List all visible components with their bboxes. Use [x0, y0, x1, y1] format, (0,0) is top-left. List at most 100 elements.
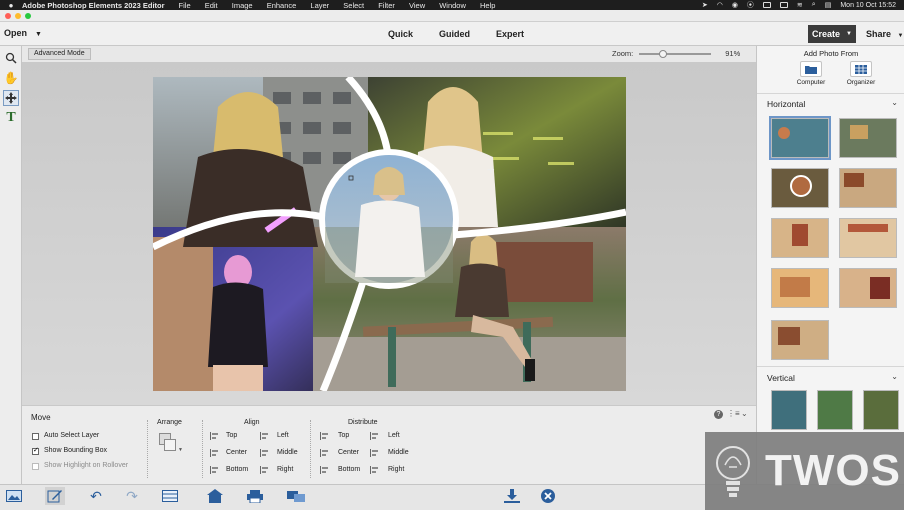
distribute-bottom-icon[interactable] [320, 466, 329, 474]
layout-thumbnail[interactable] [771, 268, 829, 308]
wifi-icon[interactable]: ≋ [797, 1, 803, 9]
align-right-label[interactable]: Right [277, 466, 293, 473]
clock[interactable]: Mon 10 Oct 15:52 [840, 2, 896, 9]
distribute-middle-label[interactable]: Middle [388, 449, 409, 456]
layout-thumbnail[interactable] [769, 116, 831, 160]
distribute-left-label[interactable]: Left [388, 432, 400, 439]
undo-icon[interactable]: ↶ [86, 487, 106, 505]
zoom-window-button[interactable] [25, 13, 31, 19]
align-middle-label[interactable]: Middle [277, 449, 298, 456]
tab-quick[interactable]: Quick [388, 29, 413, 39]
menu-view[interactable]: View [409, 1, 425, 10]
menu-window[interactable]: Window [439, 1, 466, 10]
section-horizontal[interactable]: Horizontal [767, 99, 805, 109]
chevron-down-icon[interactable]: ⌄ [891, 372, 898, 381]
menu-image[interactable]: Image [232, 1, 253, 10]
zoom-slider[interactable] [639, 49, 712, 58]
rotate-icon[interactable] [160, 487, 180, 505]
section-vertical[interactable]: Vertical [767, 373, 795, 383]
layout-thumbnail[interactable] [771, 168, 829, 208]
auto-select-layer-checkbox[interactable] [32, 433, 39, 440]
distribute-bottom-label[interactable]: Bottom [338, 466, 360, 473]
arrange-icon[interactable]: ▼ [159, 433, 183, 453]
distribute-middle-icon[interactable] [370, 449, 379, 457]
move-tool-icon[interactable] [3, 90, 19, 106]
zoom-slider-knob[interactable] [659, 49, 668, 58]
record-icon[interactable]: ⦿ [747, 0, 754, 10]
zoom-tool-icon[interactable] [3, 50, 19, 66]
align-middle-icon[interactable] [260, 449, 269, 457]
show-bounding-box-label: Show Bounding Box [44, 447, 108, 454]
save-download-icon[interactable] [502, 487, 522, 505]
share-button[interactable]: Share ▼ [866, 29, 903, 39]
align-bottom-icon[interactable] [210, 466, 219, 474]
distribute-center-label[interactable]: Center [338, 449, 359, 456]
add-from-organizer-button[interactable]: Organizer [841, 61, 881, 86]
redo-icon[interactable]: ↷ [122, 487, 142, 505]
align-left-icon[interactable] [260, 432, 269, 440]
align-top-icon[interactable] [210, 432, 219, 440]
privacy-icon[interactable]: ◉ [732, 1, 738, 9]
display-icon[interactable] [762, 2, 771, 8]
layout-thumbnail[interactable] [839, 268, 897, 308]
create-button[interactable]: Create ▼ [808, 25, 856, 43]
menu-edit[interactable]: Edit [205, 1, 218, 10]
menu-layer[interactable]: Layer [310, 1, 329, 10]
align-left-label[interactable]: Left [277, 432, 289, 439]
photo-bin-icon[interactable] [4, 487, 24, 505]
layout-thumbnail[interactable] [839, 118, 897, 158]
minimize-window-button[interactable] [15, 13, 21, 19]
menu-select[interactable]: Select [343, 1, 364, 10]
create-label: Create [812, 29, 841, 39]
menu-filter[interactable]: Filter [378, 1, 395, 10]
chevron-down-icon[interactable]: ⌄ [891, 98, 898, 107]
options-menu-icon[interactable]: ⋮≡ [727, 409, 740, 418]
layout-thumbnail[interactable] [839, 218, 897, 258]
layout-thumbnail[interactable] [863, 390, 899, 430]
add-from-computer-button[interactable]: Computer [791, 61, 831, 86]
print-icon[interactable] [245, 487, 265, 505]
spotlight-icon[interactable]: ⌕ [812, 1, 816, 9]
menu-enhance[interactable]: Enhance [267, 1, 297, 10]
headphones-icon[interactable]: ◠ [717, 1, 723, 9]
open-button[interactable]: Open ▼ [4, 28, 42, 38]
layout-thumbnail[interactable] [839, 168, 897, 208]
distribute-top-label[interactable]: Top [338, 432, 349, 439]
show-highlight-checkbox[interactable] [32, 463, 39, 470]
collapse-chevron-icon[interactable]: ⌄ [741, 409, 748, 418]
distribute-left-icon[interactable] [370, 432, 379, 440]
align-center-label[interactable]: Center [226, 449, 247, 456]
tab-guided[interactable]: Guided [439, 29, 470, 39]
close-window-button[interactable] [5, 13, 11, 19]
distribute-top-icon[interactable] [320, 432, 329, 440]
distribute-right-label[interactable]: Right [388, 466, 404, 473]
control-center-icon[interactable]: ▤ [825, 1, 832, 9]
close-icon[interactable] [538, 487, 558, 505]
layout-home-icon[interactable] [205, 487, 225, 505]
hand-tool-icon[interactable]: ✋ [3, 70, 19, 86]
align-center-icon[interactable] [210, 449, 219, 457]
tab-expert[interactable]: Expert [496, 29, 524, 39]
location-icon[interactable]: ➤ [702, 1, 708, 9]
show-bounding-box-checkbox[interactable] [32, 446, 39, 455]
menu-help[interactable]: Help [480, 1, 495, 10]
battery-icon[interactable] [779, 2, 788, 8]
help-icon[interactable]: ? [714, 410, 723, 419]
organizer-icon[interactable] [286, 487, 306, 505]
layout-thumbnail[interactable] [771, 390, 807, 430]
type-tool-icon[interactable]: T [3, 110, 19, 126]
distribute-center-icon[interactable] [320, 449, 329, 457]
tool-options-icon[interactable] [45, 487, 65, 505]
advanced-mode-button[interactable]: Advanced Mode [28, 48, 91, 60]
apple-icon[interactable]: ● [0, 1, 22, 10]
align-top-label[interactable]: Top [226, 432, 237, 439]
menu-file[interactable]: File [179, 1, 191, 10]
distribute-right-icon[interactable] [370, 466, 379, 474]
layout-thumbnail[interactable] [771, 218, 829, 258]
app-name[interactable]: Adobe Photoshop Elements 2023 Editor [22, 1, 165, 10]
align-bottom-label[interactable]: Bottom [226, 466, 248, 473]
collage-image[interactable]: ✛ [153, 77, 626, 391]
align-right-icon[interactable] [260, 466, 269, 474]
layout-thumbnail[interactable] [771, 320, 829, 360]
layout-thumbnail[interactable] [817, 390, 853, 430]
